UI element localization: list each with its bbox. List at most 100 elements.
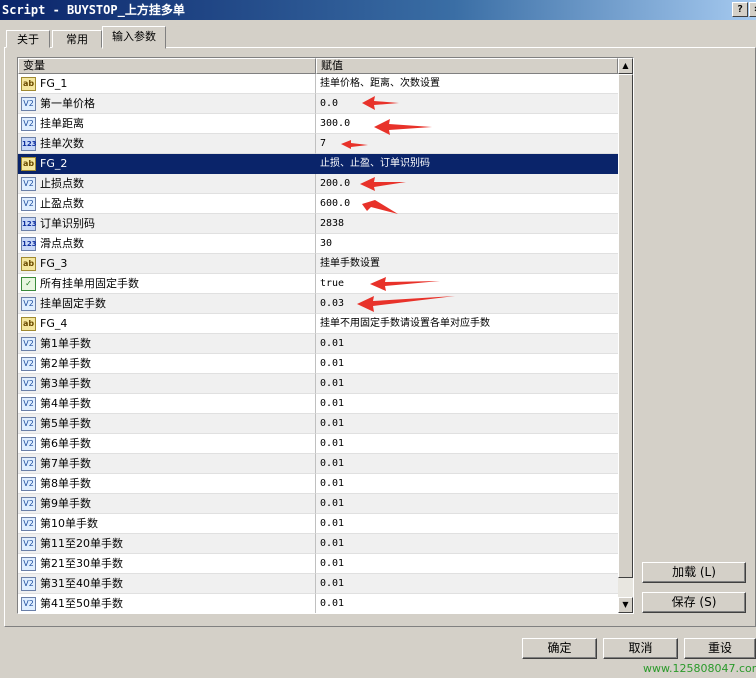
variable-cell[interactable]: V2 第2单手数: [18, 354, 316, 374]
variable-cell[interactable]: V2 第1单手数: [18, 334, 316, 354]
value-cell[interactable]: 200.0: [316, 174, 618, 194]
variable-cell[interactable]: V2 第31至40单手数: [18, 574, 316, 594]
table-row[interactable]: V2 第8单手数 0.01: [18, 474, 618, 494]
tab-inputs[interactable]: 输入参数: [102, 26, 166, 49]
variable-cell[interactable]: V2 第10单手数: [18, 514, 316, 534]
variable-cell[interactable]: V2 第11至20单手数: [18, 534, 316, 554]
ok-button[interactable]: 确定: [522, 638, 597, 659]
value-cell[interactable]: 600.0: [316, 194, 618, 214]
scroll-thumb[interactable]: [618, 74, 633, 578]
table-row[interactable]: ab FG_1 挂单价格、距离、次数设置: [18, 74, 618, 94]
value-cell[interactable]: 30: [316, 234, 618, 254]
table-row[interactable]: V2 第7单手数 0.01: [18, 454, 618, 474]
table-row[interactable]: V2 第3单手数 0.01: [18, 374, 618, 394]
table-row[interactable]: V2 止盈点数 600.0: [18, 194, 618, 214]
value-cell[interactable]: 2838: [316, 214, 618, 234]
variable-cell[interactable]: 123 挂单次数: [18, 134, 316, 154]
table-row[interactable]: 123 挂单次数 7: [18, 134, 618, 154]
value-cell[interactable]: true: [316, 274, 618, 294]
table-row[interactable]: V2 第10单手数 0.01: [18, 514, 618, 534]
column-header-value[interactable]: 赋值: [316, 58, 618, 74]
table-row[interactable]: V2 第41至50单手数 0.01: [18, 594, 618, 613]
value-cell[interactable]: 0.01: [316, 394, 618, 414]
table-row[interactable]: V2 止损点数 200.0: [18, 174, 618, 194]
variable-cell[interactable]: V2 第41至50单手数: [18, 594, 316, 613]
variable-name: 订单识别码: [40, 217, 95, 230]
table-row[interactable]: V2 第31至40单手数 0.01: [18, 574, 618, 594]
variable-cell[interactable]: V2 止损点数: [18, 174, 316, 194]
variable-cell[interactable]: V2 挂单距离: [18, 114, 316, 134]
vertical-scrollbar[interactable]: ▲ ▼: [618, 58, 633, 613]
load-button[interactable]: 加载 (L): [642, 562, 746, 583]
table-row[interactable]: ab FG_3 挂单手数设置: [18, 254, 618, 274]
value-cell[interactable]: 7: [316, 134, 618, 154]
value-cell[interactable]: 0.0: [316, 94, 618, 114]
variable-cell[interactable]: ✓ 所有挂单用固定手数: [18, 274, 316, 294]
variable-cell[interactable]: ab FG_1: [18, 74, 316, 94]
table-row[interactable]: 123 滑点点数 30: [18, 234, 618, 254]
variable-cell[interactable]: V2 第8单手数: [18, 474, 316, 494]
tab-common[interactable]: 常用: [52, 30, 102, 48]
value-cell[interactable]: 0.01: [316, 554, 618, 574]
scroll-down-icon[interactable]: ▼: [618, 597, 633, 613]
variable-cell[interactable]: V2 第7单手数: [18, 454, 316, 474]
string-type-icon: ab: [21, 157, 36, 171]
variable-cell[interactable]: V2 止盈点数: [18, 194, 316, 214]
double-type-icon: V2: [21, 457, 36, 471]
tab-about[interactable]: 关于: [6, 30, 50, 48]
value-cell[interactable]: 0.01: [316, 354, 618, 374]
variable-cell[interactable]: V2 第21至30单手数: [18, 554, 316, 574]
table-row[interactable]: V2 第11至20单手数 0.01: [18, 534, 618, 554]
table-row[interactable]: V2 第一单价格 0.0: [18, 94, 618, 114]
table-row[interactable]: V2 第6单手数 0.01: [18, 434, 618, 454]
table-row[interactable]: V2 第1单手数 0.01: [18, 334, 618, 354]
value-cell[interactable]: 300.0: [316, 114, 618, 134]
value-cell[interactable]: 挂单手数设置: [316, 254, 618, 274]
table-row[interactable]: V2 第5单手数 0.01: [18, 414, 618, 434]
value-cell[interactable]: 0.01: [316, 454, 618, 474]
value-cell[interactable]: 0.01: [316, 474, 618, 494]
variable-cell[interactable]: V2 第4单手数: [18, 394, 316, 414]
table-row[interactable]: V2 第2单手数 0.01: [18, 354, 618, 374]
table-row[interactable]: V2 第9单手数 0.01: [18, 494, 618, 514]
value-cell[interactable]: 0.01: [316, 374, 618, 394]
table-row[interactable]: ✓ 所有挂单用固定手数 true: [18, 274, 618, 294]
variable-cell[interactable]: ab FG_4: [18, 314, 316, 334]
value-cell[interactable]: 0.03: [316, 294, 618, 314]
value-cell[interactable]: 0.01: [316, 514, 618, 534]
variable-cell[interactable]: V2 第5单手数: [18, 414, 316, 434]
table-row[interactable]: V2 挂单距离 300.0: [18, 114, 618, 134]
variable-cell[interactable]: ab FG_2: [18, 154, 316, 174]
value-cell[interactable]: 0.01: [316, 434, 618, 454]
value-cell[interactable]: 止损、止盈、订单识别码: [316, 154, 618, 174]
table-row[interactable]: V2 第21至30单手数 0.01: [18, 554, 618, 574]
table-row[interactable]: 123 订单识别码 2838: [18, 214, 618, 234]
value-cell[interactable]: 0.01: [316, 534, 618, 554]
cancel-button[interactable]: 取消: [603, 638, 678, 659]
value-cell[interactable]: 0.01: [316, 574, 618, 594]
table-row[interactable]: ab FG_4 挂单不用固定手数请设置各单对应手数: [18, 314, 618, 334]
value-cell[interactable]: 挂单不用固定手数请设置各单对应手数: [316, 314, 618, 334]
value-cell[interactable]: 0.01: [316, 414, 618, 434]
variable-cell[interactable]: 123 滑点点数: [18, 234, 316, 254]
table-row[interactable]: ab FG_2 止损、止盈、订单识别码: [18, 154, 618, 174]
value-cell[interactable]: 挂单价格、距离、次数设置: [316, 74, 618, 94]
variable-cell[interactable]: V2 第3单手数: [18, 374, 316, 394]
value-cell[interactable]: 0.01: [316, 334, 618, 354]
table-row[interactable]: V2 挂单固定手数 0.03: [18, 294, 618, 314]
value-cell[interactable]: 0.01: [316, 494, 618, 514]
variable-cell[interactable]: ab FG_3: [18, 254, 316, 274]
reset-button[interactable]: 重设: [684, 638, 756, 659]
close-button[interactable]: ×: [749, 2, 756, 17]
variable-cell[interactable]: V2 第6单手数: [18, 434, 316, 454]
variable-cell[interactable]: V2 挂单固定手数: [18, 294, 316, 314]
save-button[interactable]: 保存 (S): [642, 592, 746, 613]
value-cell[interactable]: 0.01: [316, 594, 618, 613]
scroll-up-icon[interactable]: ▲: [618, 58, 633, 74]
help-button[interactable]: ?: [732, 2, 748, 17]
table-row[interactable]: V2 第4单手数 0.01: [18, 394, 618, 414]
variable-cell[interactable]: V2 第一单价格: [18, 94, 316, 114]
variable-cell[interactable]: V2 第9单手数: [18, 494, 316, 514]
column-header-variable[interactable]: 变量: [18, 58, 316, 74]
variable-cell[interactable]: 123 订单识别码: [18, 214, 316, 234]
